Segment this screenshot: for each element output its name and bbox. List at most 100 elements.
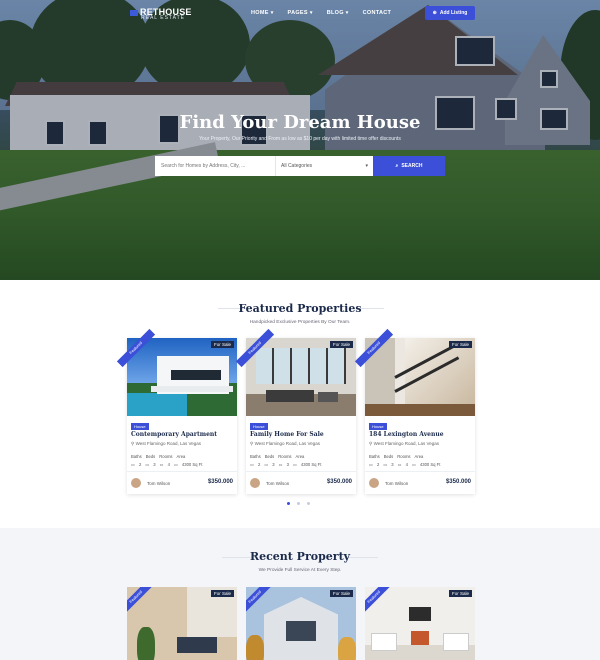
spec-label: Beds [145, 454, 156, 459]
spec-label: Baths [250, 454, 261, 459]
featured-subtitle: Handpicked Exclusive Properties By Our T… [249, 320, 351, 325]
map-pin-icon: ⚲ [250, 441, 254, 446]
menu-item-home[interactable]: HOME ▾ [251, 10, 274, 16]
spec-value: 4 [405, 462, 408, 467]
menu-item-contact[interactable]: CONTACT [363, 10, 392, 16]
spec-value: 3 [153, 462, 156, 467]
chevron-down-icon: ▾ [309, 10, 313, 16]
menu-label: CONTACT [362, 10, 392, 16]
agent-name[interactable]: Tom Wilson [147, 481, 170, 486]
area-icon: ▭ [411, 462, 416, 467]
bed-icon: ▭ [145, 462, 150, 467]
avatar[interactable] [369, 478, 379, 488]
chevron-down-icon: ▾ [270, 10, 274, 16]
spec-labels: Baths Beds Rooms Area [250, 454, 304, 459]
spec-values: ▭ 2 ▭ 3 ▭ 3 ▭ 4300 Sq Ft [250, 462, 321, 467]
carousel-dot[interactable] [307, 502, 310, 505]
property-address: ⚲ West Flamingo Road, Las Vegas [369, 441, 439, 447]
recent-property-card[interactable]: Featured For Sale [127, 587, 237, 660]
spec-label: Area [295, 454, 305, 459]
spec-label: Area [414, 454, 424, 459]
card-divider [127, 471, 237, 472]
property-card[interactable]: Featured For Sale House 184 Lexington Av… [354, 328, 475, 494]
room-icon: ▭ [278, 462, 283, 467]
area-icon: ▭ [292, 462, 297, 467]
category-select[interactable]: All Categories ▾ [276, 156, 373, 176]
bath-icon: ▭ [131, 462, 135, 467]
spec-values: ▭ 2 ▭ 3 ▭ 4 ▭ 4300 Sq Ft [369, 462, 440, 467]
recent-section: Recent Property We Provide Full Service … [0, 528, 600, 660]
spec-value: 3 [286, 462, 289, 467]
property-image[interactable] [246, 338, 356, 416]
menu-label: PAGES [287, 10, 308, 16]
menu-item-pages[interactable]: PAGES ▾ [288, 10, 313, 16]
property-title[interactable]: 184 Lexington Avenue [369, 431, 444, 438]
search-button[interactable]: ⌕ SEARCH [373, 156, 445, 176]
spec-value: 2 [376, 462, 380, 467]
status-badge: For Sale [210, 590, 234, 597]
bed-icon: ▭ [264, 462, 269, 467]
spec-labels: Baths Beds Rooms Area [131, 454, 185, 459]
property-title[interactable]: Family Home For Sale [250, 431, 324, 438]
card-divider [246, 471, 356, 472]
chevron-down-icon: ▾ [365, 163, 368, 169]
spec-value: 4300 Sq Ft [300, 462, 322, 467]
recent-subtitle: We Provide Full Service At Every Step. [258, 568, 342, 573]
area-icon: ▭ [173, 462, 178, 467]
add-listing-label: Add Listing [439, 10, 468, 16]
spec-label: Rooms [278, 454, 292, 459]
spec-value: 4 [167, 462, 170, 467]
spec-label: Area [176, 454, 186, 459]
hero-banner: RETHOUSE REAL ESTATE HOME ▾ PAGES ▾ BLOG ▾ … [0, 0, 600, 280]
property-title[interactable]: Contemporary Apartment [131, 431, 217, 438]
top-nav: RETHOUSE REAL ESTATE HOME ▾ PAGES ▾ BLOG ▾ … [0, 0, 600, 28]
bed-icon: ▭ [383, 462, 388, 467]
type-badge: House [131, 423, 149, 430]
carousel-dot[interactable] [297, 502, 300, 505]
property-image[interactable] [127, 338, 237, 416]
property-address: ⚲ West Flamingo Road, Las Vegas [250, 441, 320, 447]
type-badge: House [369, 423, 387, 430]
property-image[interactable] [365, 338, 475, 416]
recent-property-card[interactable]: Featured For Sale [246, 587, 356, 660]
spec-value: 2 [257, 462, 261, 467]
agent-name[interactable]: Tom Wilson [385, 481, 408, 486]
card-divider [365, 471, 475, 472]
type-badge: House [250, 423, 268, 430]
spec-label: Rooms [159, 454, 173, 459]
spec-values: ▭ 2 ▭ 3 ▭ 4 ▭ 4300 Sq Ft [131, 462, 202, 467]
logo-tagline: REAL ESTATE [141, 15, 185, 21]
spec-value: 4300 Sq Ft [419, 462, 441, 467]
search-icon: ⌕ [395, 163, 399, 169]
main-menu: HOME ▾ PAGES ▾ BLOG ▾ CONTACT [251, 10, 391, 16]
spec-label: Beds [383, 454, 394, 459]
spec-label: Rooms [397, 454, 411, 459]
avatar[interactable] [250, 478, 260, 488]
add-listing-button[interactable]: ⊕ Add Listing [425, 6, 475, 20]
search-bar: All Categories ▾ ⌕ SEARCH [155, 156, 445, 176]
spec-value: 4300 Sq Ft [181, 462, 203, 467]
address-text: West Flamingo Road, Las Vegas [254, 441, 321, 446]
address-text: West Flamingo Road, Las Vegas [373, 441, 440, 446]
map-pin-icon: ⚲ [369, 441, 373, 446]
room-icon: ▭ [159, 462, 164, 467]
plus-icon: ⊕ [432, 10, 437, 16]
hero-title: Find Your Dream House [179, 112, 421, 133]
recent-property-card[interactable]: Featured For Sale [365, 587, 475, 660]
property-price: $350.000 [207, 479, 233, 485]
carousel-dot[interactable] [287, 502, 290, 505]
status-badge: For Sale [448, 341, 472, 348]
menu-item-blog[interactable]: BLOG ▾ [327, 10, 349, 16]
spec-labels: Baths Beds Rooms Area [369, 454, 423, 459]
property-card[interactable]: Featured For Sale House Contemporary Apa… [116, 328, 237, 494]
search-input[interactable] [155, 156, 276, 176]
agent-name[interactable]: Tom Wilson [266, 481, 289, 486]
property-price: $350.000 [445, 479, 471, 485]
menu-label: BLOG [326, 10, 344, 16]
property-card[interactable]: Featured For Sale House Family Home For … [235, 328, 356, 494]
spec-label: Beds [264, 454, 275, 459]
spec-value: 2 [138, 462, 142, 467]
avatar[interactable] [131, 478, 141, 488]
spec-label: Baths [369, 454, 380, 459]
category-value: All Categories [281, 163, 313, 169]
